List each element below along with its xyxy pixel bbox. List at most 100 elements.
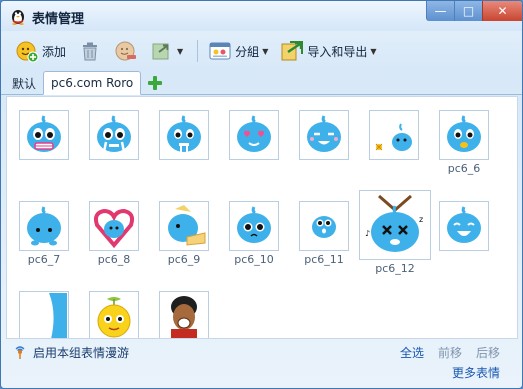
emoticon-cell[interactable] [18, 110, 70, 160]
toolbar-separator [197, 40, 199, 62]
window-controls: — □ ✕ [426, 1, 522, 21]
emoticon-cell[interactable]: pc6_11 [298, 201, 350, 267]
emoticon-label: pc6_6 [447, 162, 481, 175]
window-title: 表情管理 [32, 12, 85, 27]
close-button[interactable]: ✕ [482, 1, 522, 21]
import-export-button[interactable]: 导入和导出 ▼ [276, 36, 380, 66]
emoticon-cell[interactable] [88, 110, 140, 160]
move-icon [150, 39, 174, 63]
roro-happy-emoticon [447, 206, 481, 243]
select-all-link[interactable]: 全选 [400, 344, 424, 361]
roaming-icon [15, 345, 25, 359]
qq-penguin-icon [9, 7, 27, 25]
roro-small-emoticon [312, 216, 336, 238]
roro-sad-emoticon [237, 206, 271, 243]
group-tabs: 默认 pc6.com Roro [1, 71, 522, 95]
import-export-icon [280, 39, 304, 63]
svg-text:z: z [419, 215, 423, 224]
group-button[interactable]: 分組 ▼ [204, 36, 272, 66]
footer-actions: 全选 前移 后移 [400, 344, 500, 361]
yellow-propeller-emoticon [97, 297, 131, 338]
trash-icon [78, 39, 102, 63]
emoticon-thumbnail[interactable] [89, 201, 139, 251]
add-button[interactable]: 添加 [11, 36, 70, 66]
group-icon [208, 39, 232, 63]
emoticon-thumbnail[interactable] [159, 201, 209, 251]
add-emoticon-icon [15, 39, 39, 63]
emoticon-cell[interactable] [368, 110, 420, 160]
emoticon-thumbnail[interactable] [369, 110, 419, 160]
enable-roaming-label: 启用本组表情漫游 [33, 346, 130, 360]
emoticon-thumbnail[interactable] [89, 291, 139, 338]
emoticon-thumbnail[interactable] [89, 110, 139, 160]
roro-bomb-emoticon [375, 123, 412, 151]
emoticon-thumbnail[interactable] [159, 110, 209, 160]
emoticon-label: pc6_12 [375, 262, 415, 275]
roro-grin-emoticon [27, 115, 61, 152]
emoticon-cell[interactable]: pc6_9 [158, 201, 210, 267]
emoticon-thumbnail[interactable] [439, 110, 489, 160]
roro-sit-emoticon [27, 206, 61, 246]
emoticon-thumbnail[interactable] [229, 110, 279, 160]
more-emoticons-link[interactable]: 更多表情 [452, 364, 500, 381]
move-up-link[interactable]: 前移 [438, 344, 462, 361]
chevron-down-icon: ▼ [370, 46, 377, 56]
emoticon-thumbnail[interactable] [19, 291, 69, 338]
group-label: 分組 [235, 44, 260, 59]
import-export-label: 导入和导出 [307, 44, 368, 59]
roro-shy-emoticon [447, 115, 481, 152]
emoticon-label: pc6_10 [234, 253, 274, 266]
roro-cake-emoticon [168, 205, 206, 246]
emoticon-cell[interactable]: pc6_6 [438, 110, 490, 176]
roro-drool-emoticon [167, 115, 201, 153]
emoticon-thumbnail[interactable] [439, 201, 489, 251]
title-bar: 表情管理 — □ ✕ [1, 1, 522, 31]
add-label: 添加 [42, 44, 67, 59]
move-down-link[interactable]: 后移 [476, 344, 500, 361]
emoticon-thumbnail[interactable] [19, 110, 69, 160]
move-button[interactable]: ▼ [146, 36, 187, 66]
emoticon-thumbnail[interactable] [19, 201, 69, 251]
roro-partial-emoticon [49, 293, 67, 338]
emoticon-label: pc6_11 [304, 253, 344, 266]
plus-icon [148, 76, 163, 90]
emoticon-grid: pc6_6 pc6_7 pc6_8 pc6_9 pc6_10 pc6_11 ♪ … [6, 96, 518, 339]
tab-pc6-roro[interactable]: pc6.com Roro [43, 71, 142, 95]
emoticon-cell[interactable] [88, 291, 140, 338]
emoticon-cell[interactable]: pc6_7 [18, 201, 70, 267]
chevron-down-icon: ▼ [262, 46, 269, 56]
emoticon-thumbnail[interactable] [299, 201, 349, 251]
toolbar: 添加 ▼ 分組 ▼ 导入和导出 ▼ [1, 33, 522, 69]
emoticon-label: pc6_8 [97, 253, 131, 266]
edit-emoticon-button[interactable] [110, 36, 142, 66]
footer: 启用本组表情漫游 全选 前移 后移 更多表情 [1, 341, 522, 388]
add-group-button[interactable] [145, 72, 165, 94]
emoticon-cell-selected[interactable]: ♪ z pc6_12 [358, 190, 432, 276]
enable-roaming-link[interactable]: 启用本组表情漫游 [13, 344, 129, 361]
shouting-man-emoticon [171, 296, 197, 338]
tab-default[interactable]: 默认 [5, 72, 43, 94]
emoticon-cell[interactable] [438, 201, 490, 251]
minimize-button[interactable]: — [426, 1, 454, 21]
emoticon-thumbnail[interactable] [229, 201, 279, 251]
emoticon-label: pc6_9 [167, 253, 201, 266]
emoticon-cell[interactable] [158, 291, 210, 338]
maximize-button[interactable]: □ [454, 1, 482, 21]
emoticon-manager-window: 表情管理 — □ ✕ 添加 ▼ 分組 ▼ 导入和导出 ▼ 默认 pc6.com … [0, 0, 523, 389]
emoticon-thumbnail[interactable] [159, 291, 209, 338]
emoticon-cell[interactable]: pc6_8 [88, 201, 140, 267]
chevron-down-icon: ▼ [177, 46, 184, 56]
emoticon-cell[interactable] [158, 110, 210, 160]
emoticon-thumbnail[interactable] [299, 110, 349, 160]
emoticon-thumbnail[interactable]: ♪ z [359, 190, 431, 260]
delete-button[interactable] [74, 36, 106, 66]
emoticon-edit-icon [114, 39, 138, 63]
emoticon-cell[interactable] [18, 291, 70, 338]
roro-cry-emoticon [97, 115, 131, 153]
emoticon-cell[interactable] [228, 110, 280, 160]
emoticon-cell[interactable] [298, 110, 350, 160]
roro-dizzy-emoticon: ♪ z [365, 194, 423, 252]
svg-text:♪: ♪ [365, 229, 370, 238]
roro-love-emoticon [237, 115, 271, 152]
emoticon-cell[interactable]: pc6_10 [228, 201, 280, 267]
